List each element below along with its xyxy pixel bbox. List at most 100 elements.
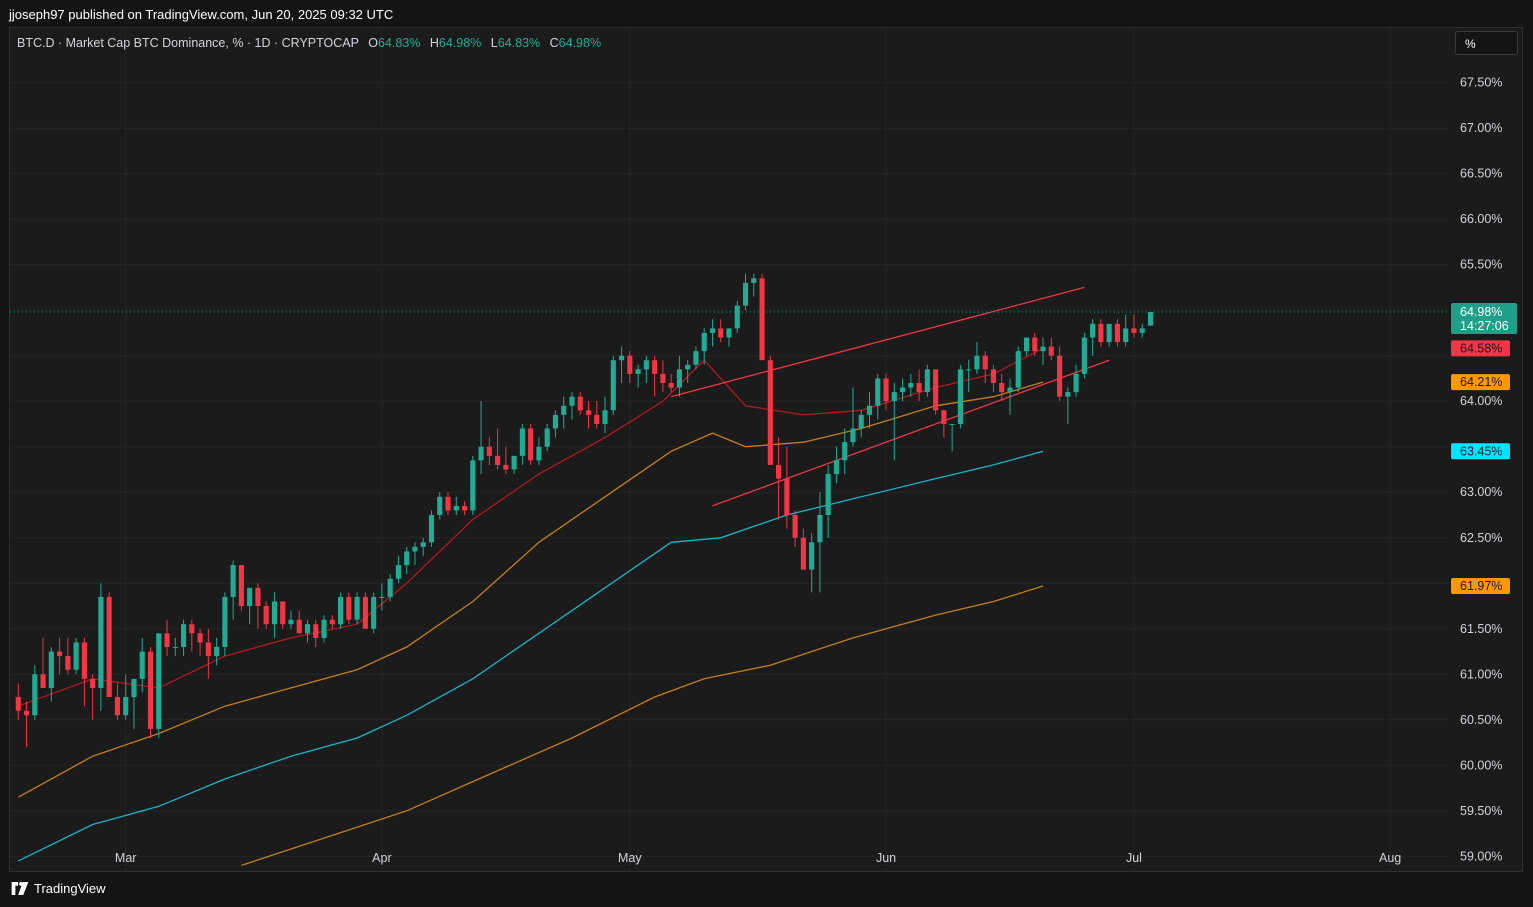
candle [767, 355, 773, 465]
candle [189, 619, 195, 652]
candle-body [445, 496, 451, 511]
candle [1048, 337, 1054, 361]
candle-body [643, 360, 649, 370]
y-tick-label: 65.50% [1460, 258, 1502, 272]
candle [718, 319, 724, 343]
candle-body [296, 619, 302, 634]
x-tick-label: Aug [1379, 851, 1401, 865]
candle [147, 646, 154, 739]
candle-body [1057, 355, 1063, 397]
y-tick-label: 59.00% [1460, 849, 1502, 863]
candle [825, 464, 831, 538]
candle [957, 364, 963, 429]
candle [1065, 387, 1071, 424]
candle-body [379, 596, 385, 598]
candle-body [924, 369, 930, 393]
candle-body [660, 373, 666, 384]
y-tick-label: 61.00% [1460, 667, 1502, 681]
candle [924, 364, 930, 397]
x-tick-label: Apr [372, 851, 391, 865]
candle-body [817, 514, 823, 543]
close-label: C [549, 36, 559, 50]
candle [875, 373, 881, 420]
candle [296, 610, 302, 634]
ma-price-label-text: 63.45% [1460, 444, 1502, 458]
candle [428, 510, 435, 547]
candle [1131, 314, 1137, 338]
candle [668, 373, 674, 393]
candle [519, 423, 525, 465]
candle-body [304, 624, 311, 634]
time-axis: Mar Apr May Jun Jul Aug [115, 851, 1401, 865]
candle [379, 583, 385, 611]
candle [1123, 314, 1129, 347]
candle-body [668, 383, 674, 388]
candle-body [180, 624, 187, 647]
candle [123, 674, 129, 720]
candle-body [139, 651, 145, 679]
candle-body [114, 697, 120, 716]
candle [32, 665, 38, 720]
candle-body [585, 410, 592, 415]
candle [453, 496, 459, 515]
candle-body [1090, 323, 1096, 338]
last-price-label: 64.98%14:27:06 [1451, 303, 1517, 335]
price-axis: 67.50% 67.00% 66.50% 66.00% 65.50% 64.00% 63.0… [1460, 76, 1502, 864]
candle [1023, 337, 1030, 356]
candle [15, 683, 21, 720]
y-tick-label: 60.50% [1460, 713, 1502, 727]
candle-body [247, 587, 253, 607]
candle [569, 392, 575, 420]
candle [701, 328, 707, 365]
candle [784, 446, 790, 529]
candle [751, 273, 757, 297]
candle-body [569, 396, 575, 406]
candle [999, 373, 1005, 402]
candle-body [850, 428, 856, 443]
y-tick-label: 66.50% [1460, 167, 1502, 181]
candle [627, 351, 633, 384]
candle [495, 428, 501, 470]
candle-body [1147, 312, 1154, 326]
candle [850, 387, 856, 447]
candle-body [602, 410, 608, 424]
candle [106, 592, 112, 698]
candle-body [866, 405, 873, 415]
candle-body [156, 633, 162, 729]
candle-body [1098, 323, 1104, 343]
candle [180, 619, 187, 657]
candle-body [205, 642, 211, 657]
candle-body [1015, 351, 1021, 388]
candle-body [676, 369, 682, 388]
candle [709, 319, 716, 347]
candle-body [1040, 346, 1046, 352]
candle [685, 360, 691, 384]
candle [635, 364, 641, 388]
candle-body [255, 587, 261, 607]
candle-body [437, 496, 443, 515]
candle [776, 437, 782, 520]
candle-body [15, 697, 21, 711]
candle-body [1131, 328, 1137, 333]
candle [536, 437, 542, 465]
candle-body [899, 387, 906, 393]
candle-body [751, 278, 757, 283]
y-tick-label: 67.50% [1460, 76, 1502, 90]
candle-body [271, 601, 278, 625]
price-chart[interactable]: 67.50% 67.00% 66.50% 66.00% 65.50% 64.00% 63.0… [0, 0, 1533, 907]
candle-body [610, 360, 616, 411]
candle-body [1073, 373, 1079, 393]
candle-body [594, 414, 600, 424]
candle-body [875, 378, 881, 406]
x-tick-label: Jun [876, 851, 896, 865]
candle-body [65, 656, 71, 670]
candle [619, 346, 625, 384]
percent-scale-button[interactable]: % [1455, 31, 1518, 55]
candle-body [635, 369, 641, 374]
candle [329, 615, 335, 629]
y-tick-label: 60.00% [1460, 758, 1502, 772]
candle-body [81, 642, 87, 679]
low-value: 64.83% [497, 36, 541, 50]
candle [73, 637, 79, 675]
low-label: L [490, 36, 498, 50]
